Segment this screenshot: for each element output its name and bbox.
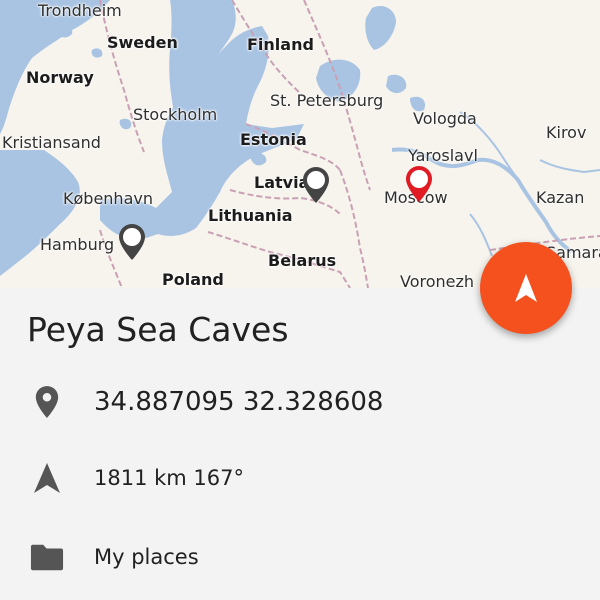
- map-label-vologda: Vologda: [413, 109, 477, 128]
- map-label-stockholm: Stockholm: [133, 105, 218, 124]
- map-label-norway: Norway: [26, 68, 94, 87]
- map-label-kobenhavn: København: [63, 189, 153, 208]
- navigate-icon: [515, 274, 537, 302]
- map-pin-icon[interactable]: [117, 222, 147, 262]
- map-label-belarus: Belarus: [268, 251, 337, 270]
- map-label-yaroslavl: Yaroslavl: [408, 146, 478, 165]
- map-label-kazan: Kazan: [536, 188, 585, 207]
- map-label-sweden: Sweden: [107, 33, 178, 52]
- map-label-kristiansand: Kristiansand: [2, 133, 101, 152]
- folder-icon: [30, 540, 64, 574]
- map-label-trondheim: Trondheim: [38, 1, 122, 20]
- coordinates-text: 34.887095 32.328608: [94, 387, 384, 417]
- coordinates-row[interactable]: 34.887095 32.328608: [0, 374, 600, 430]
- map-label-hamburg: Hamburg: [40, 235, 115, 254]
- distance-text: 1811 km 167°: [94, 466, 244, 490]
- location-pin-icon: [30, 385, 64, 419]
- map-label-st-petersburg: St. Petersburg: [270, 91, 384, 110]
- selected-map-pin-icon[interactable]: [404, 164, 434, 204]
- navigate-button[interactable]: [480, 242, 572, 334]
- map-label-finland: Finland: [247, 35, 314, 54]
- map-pin-icon[interactable]: [301, 165, 331, 205]
- place-details-panel: Peya Sea Caves 34.887095 32.328608 1811 …: [0, 288, 600, 600]
- map-label-lithuania: Lithuania: [208, 206, 293, 225]
- folder-text: My places: [94, 545, 199, 569]
- map-label-voronezh: Voronezh: [400, 272, 475, 289]
- map-label-kirov: Kirov: [546, 123, 587, 142]
- map-label-poland: Poland: [162, 270, 224, 288]
- distance-row[interactable]: 1811 km 167°: [0, 450, 600, 506]
- map-label-estonia: Estonia: [240, 130, 307, 149]
- folder-row[interactable]: My places: [0, 529, 600, 585]
- place-title: Peya Sea Caves: [27, 310, 289, 349]
- navigation-arrow-icon: [30, 461, 64, 495]
